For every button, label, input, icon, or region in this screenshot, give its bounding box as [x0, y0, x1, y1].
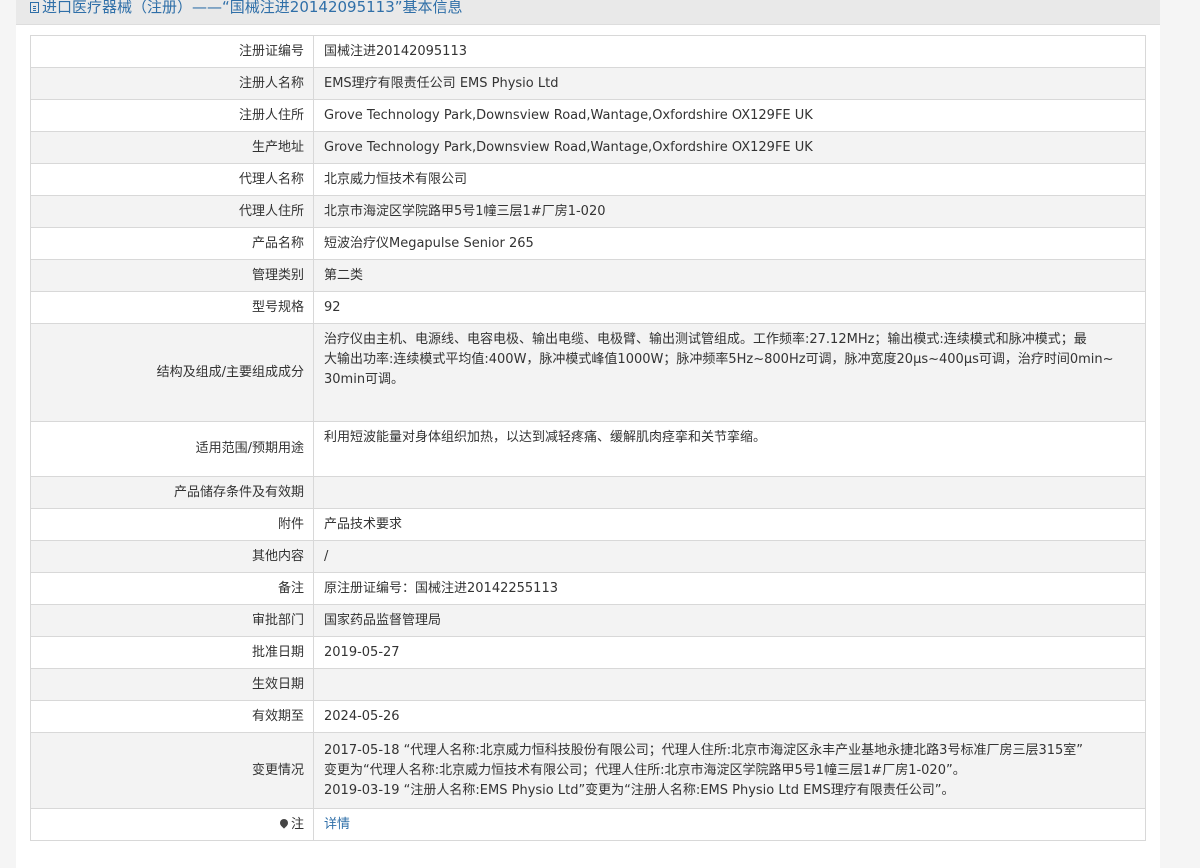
field-value: 国械注进20142095113 — [313, 35, 1146, 68]
field-value — [313, 668, 1146, 701]
value-line: 2019-03-19 “注册人名称:EMS Physio Ltd”变更为“注册人… — [324, 782, 955, 798]
field-value: 北京市海淀区学院路甲5号1幢三层1#厂房1-020 — [313, 195, 1146, 228]
field-label: 注册人名称 — [30, 67, 314, 100]
table-row: 注册人名称 EMS理疗有限责任公司 EMS Physio Ltd — [30, 67, 1146, 100]
field-label: 生效日期 — [30, 668, 314, 701]
table-row: 型号规格 92 — [30, 291, 1146, 324]
table-row: 生效日期 — [30, 668, 1146, 701]
value-line: 大输出功率:连续模式平均值:400W，脉冲模式峰值1000W；脉冲频率5Hz~8… — [324, 352, 1114, 367]
table-row: 生产地址 Grove Technology Park,Downsview Roa… — [30, 131, 1146, 164]
pin-icon — [278, 816, 290, 829]
field-label: 变更情况 — [30, 732, 314, 809]
field-value: 2024-05-26 — [313, 700, 1146, 733]
table-row: 其他内容 / — [30, 540, 1146, 573]
table-row: 附件 产品技术要求 — [30, 508, 1146, 541]
field-value: 北京威力恒技术有限公司 — [313, 163, 1146, 196]
field-value: 92 — [313, 291, 1146, 324]
value-line: 变更为“代理人名称:北京威力恒技术有限公司；代理人住所:北京市海淀区学院路甲5号… — [324, 762, 966, 778]
table-row: 管理类别 第二类 — [30, 259, 1146, 292]
field-label: 产品名称 — [30, 227, 314, 260]
field-value: 产品技术要求 — [313, 508, 1146, 541]
field-label: 管理类别 — [30, 259, 314, 292]
field-label: 备注 — [30, 572, 314, 605]
table-row: 结构及组成/主要组成成分 治疗仪由主机、电源线、电容电极、输出电缆、电极臂、输出… — [30, 323, 1146, 422]
note-label: 注 — [290, 816, 304, 832]
page-header: 进口医疗器械（注册）——“国械注进20142095113”基本信息 — [16, 0, 1160, 25]
field-label: 结构及组成/主要组成成分 — [30, 323, 314, 422]
field-value: 第二类 — [313, 259, 1146, 292]
info-table: 注册证编号 国械注进20142095113 注册人名称 EMS理疗有限责任公司 … — [30, 35, 1146, 841]
field-value: EMS理疗有限责任公司 EMS Physio Ltd — [313, 67, 1146, 100]
field-label: 生产地址 — [30, 131, 314, 164]
field-value: 原注册证编号：国械注进20142255113 — [313, 572, 1146, 605]
table-row: 注 详情 — [30, 808, 1146, 841]
table-row: 代理人住所 北京市海淀区学院路甲5号1幢三层1#厂房1-020 — [30, 195, 1146, 228]
field-label: 型号规格 — [30, 291, 314, 324]
field-value: Grove Technology Park,Downsview Road,Wan… — [313, 131, 1146, 164]
document-icon — [30, 2, 39, 13]
field-value: 详情 — [313, 808, 1146, 841]
field-value: 治疗仪由主机、电源线、电容电极、输出电缆、电极臂、输出测试管组成。工作频率:27… — [313, 323, 1146, 422]
table-row: 备注 原注册证编号：国械注进20142255113 — [30, 572, 1146, 605]
table-row: 注册人住所 Grove Technology Park,Downsview Ro… — [30, 99, 1146, 132]
field-label: 注册人住所 — [30, 99, 314, 132]
table-row: 有效期至 2024-05-26 — [30, 700, 1146, 733]
field-label: 审批部门 — [30, 604, 314, 637]
field-value: 利用短波能量对身体组织加热，以达到减轻疼痛、缓解肌肉痉挛和关节挛缩。 — [313, 421, 1146, 477]
field-label: 注 — [30, 808, 314, 841]
value-line: 治疗仪由主机、电源线、电容电极、输出电缆、电极臂、输出测试管组成。工作频率:27… — [324, 332, 1087, 347]
content-panel: 进口医疗器械（注册）——“国械注进20142095113”基本信息 注册证编号 … — [16, 0, 1160, 868]
field-label: 批准日期 — [30, 636, 314, 669]
field-label: 代理人名称 — [30, 163, 314, 196]
field-label: 产品储存条件及有效期 — [30, 476, 314, 509]
field-label: 注册证编号 — [30, 35, 314, 68]
table-row: 变更情况 2017-05-18 “代理人名称:北京威力恒科技股份有限公司；代理人… — [30, 732, 1146, 809]
table-row: 产品储存条件及有效期 — [30, 476, 1146, 509]
field-label: 其他内容 — [30, 540, 314, 573]
field-value: Grove Technology Park,Downsview Road,Wan… — [313, 99, 1146, 132]
table-row: 审批部门 国家药品监督管理局 — [30, 604, 1146, 637]
field-label: 有效期至 — [30, 700, 314, 733]
field-value: 短波治疗仪Megapulse Senior 265 — [313, 227, 1146, 260]
field-label: 适用范围/预期用途 — [30, 421, 314, 477]
table-row: 批准日期 2019-05-27 — [30, 636, 1146, 669]
field-label: 代理人住所 — [30, 195, 314, 228]
table-row: 代理人名称 北京威力恒技术有限公司 — [30, 163, 1146, 196]
detail-link[interactable]: 详情 — [324, 817, 350, 832]
page-title-text: 进口医疗器械（注册）——“国械注进20142095113”基本信息 — [42, 0, 463, 16]
field-value: 国家药品监督管理局 — [313, 604, 1146, 637]
field-label: 附件 — [30, 508, 314, 541]
value-line: 30min可调。 — [324, 372, 405, 387]
field-value: / — [313, 540, 1146, 573]
table-row: 注册证编号 国械注进20142095113 — [30, 35, 1146, 68]
value-line: 2017-05-18 “代理人名称:北京威力恒科技股份有限公司；代理人住所:北京… — [324, 742, 1083, 758]
field-value: 2017-05-18 “代理人名称:北京威力恒科技股份有限公司；代理人住所:北京… — [313, 732, 1146, 809]
field-value: 2019-05-27 — [313, 636, 1146, 669]
page-title: 进口医疗器械（注册）——“国械注进20142095113”基本信息 — [30, 0, 463, 17]
field-value — [313, 476, 1146, 509]
table-row: 产品名称 短波治疗仪Megapulse Senior 265 — [30, 227, 1146, 260]
table-row: 适用范围/预期用途 利用短波能量对身体组织加热，以达到减轻疼痛、缓解肌肉痉挛和关… — [30, 421, 1146, 477]
